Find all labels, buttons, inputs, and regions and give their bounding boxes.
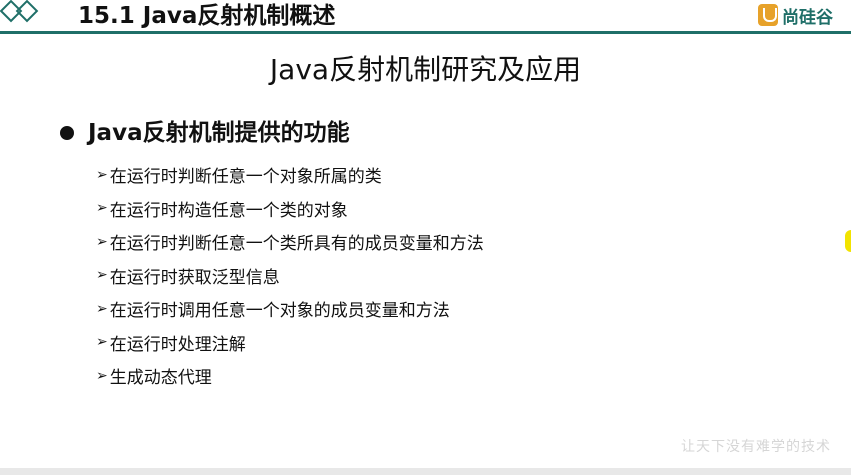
bullet-dot-icon: [60, 126, 74, 140]
slide-header: 15.1 Java反射机制概述 尚硅谷: [0, 0, 851, 34]
logo-text: 尚硅谷: [782, 7, 833, 28]
arrow-bullet-icon: ➢: [96, 166, 108, 183]
list-item-text: 在运行时构造任意一个类的对象: [109, 200, 348, 221]
list-item: ➢ 在运行时调用任意一个对象的成员变量和方法: [96, 292, 484, 326]
list-item: ➢ 在运行时构造任意一个类的对象: [96, 192, 484, 226]
arrow-bullet-icon: ➢: [96, 367, 108, 384]
arrow-bullet-icon: ➢: [96, 334, 108, 351]
list-item-text: 在运行时判断任意一个对象所属的类: [109, 167, 382, 188]
list-item-text: 生成动态代理: [109, 368, 212, 389]
feature-list: ➢ 在运行时判断任意一个对象所属的类 ➢ 在运行时构造任意一个类的对象 ➢ 在运行时判…: [96, 158, 484, 393]
slide-title: 15.1 Java反射机制概述: [78, 3, 336, 29]
arrow-bullet-icon: ➢: [96, 200, 108, 217]
slide-scroll-handle[interactable]: [845, 230, 851, 252]
list-item: ➢ 在运行时判断任意一个类所具有的成员变量和方法: [96, 225, 484, 259]
bottom-edge: [0, 468, 851, 475]
list-item-text: 在运行时判断任意一个类所具有的成员变量和方法: [109, 234, 484, 255]
arrow-bullet-icon: ➢: [96, 267, 108, 284]
list-item-text: 在运行时处理注解: [109, 334, 246, 355]
watermark-text: 让天下没有难学的技术: [681, 439, 831, 455]
bullet-heading-text: Java反射机制提供的功能: [88, 120, 350, 146]
list-item: ➢ 生成动态代理: [96, 359, 484, 393]
list-item: ➢ 在运行时获取泛型信息: [96, 259, 484, 293]
list-item-text: 在运行时调用任意一个对象的成员变量和方法: [109, 301, 450, 322]
logo-mark-icon: [758, 4, 778, 26]
brand-logo: 尚硅谷: [758, 3, 833, 28]
list-item: ➢ 在运行时处理注解: [96, 326, 484, 360]
list-item-text: 在运行时获取泛型信息: [109, 267, 280, 288]
arrow-bullet-icon: ➢: [96, 233, 108, 250]
list-item: ➢ 在运行时判断任意一个对象所属的类: [96, 158, 484, 192]
corner-decoration-icon: [0, 0, 39, 23]
arrow-bullet-icon: ➢: [96, 300, 108, 317]
main-title: Java反射机制研究及应用: [269, 53, 582, 86]
header-divider: [0, 31, 851, 34]
bullet-heading: Java反射机制提供的功能: [60, 118, 350, 148]
